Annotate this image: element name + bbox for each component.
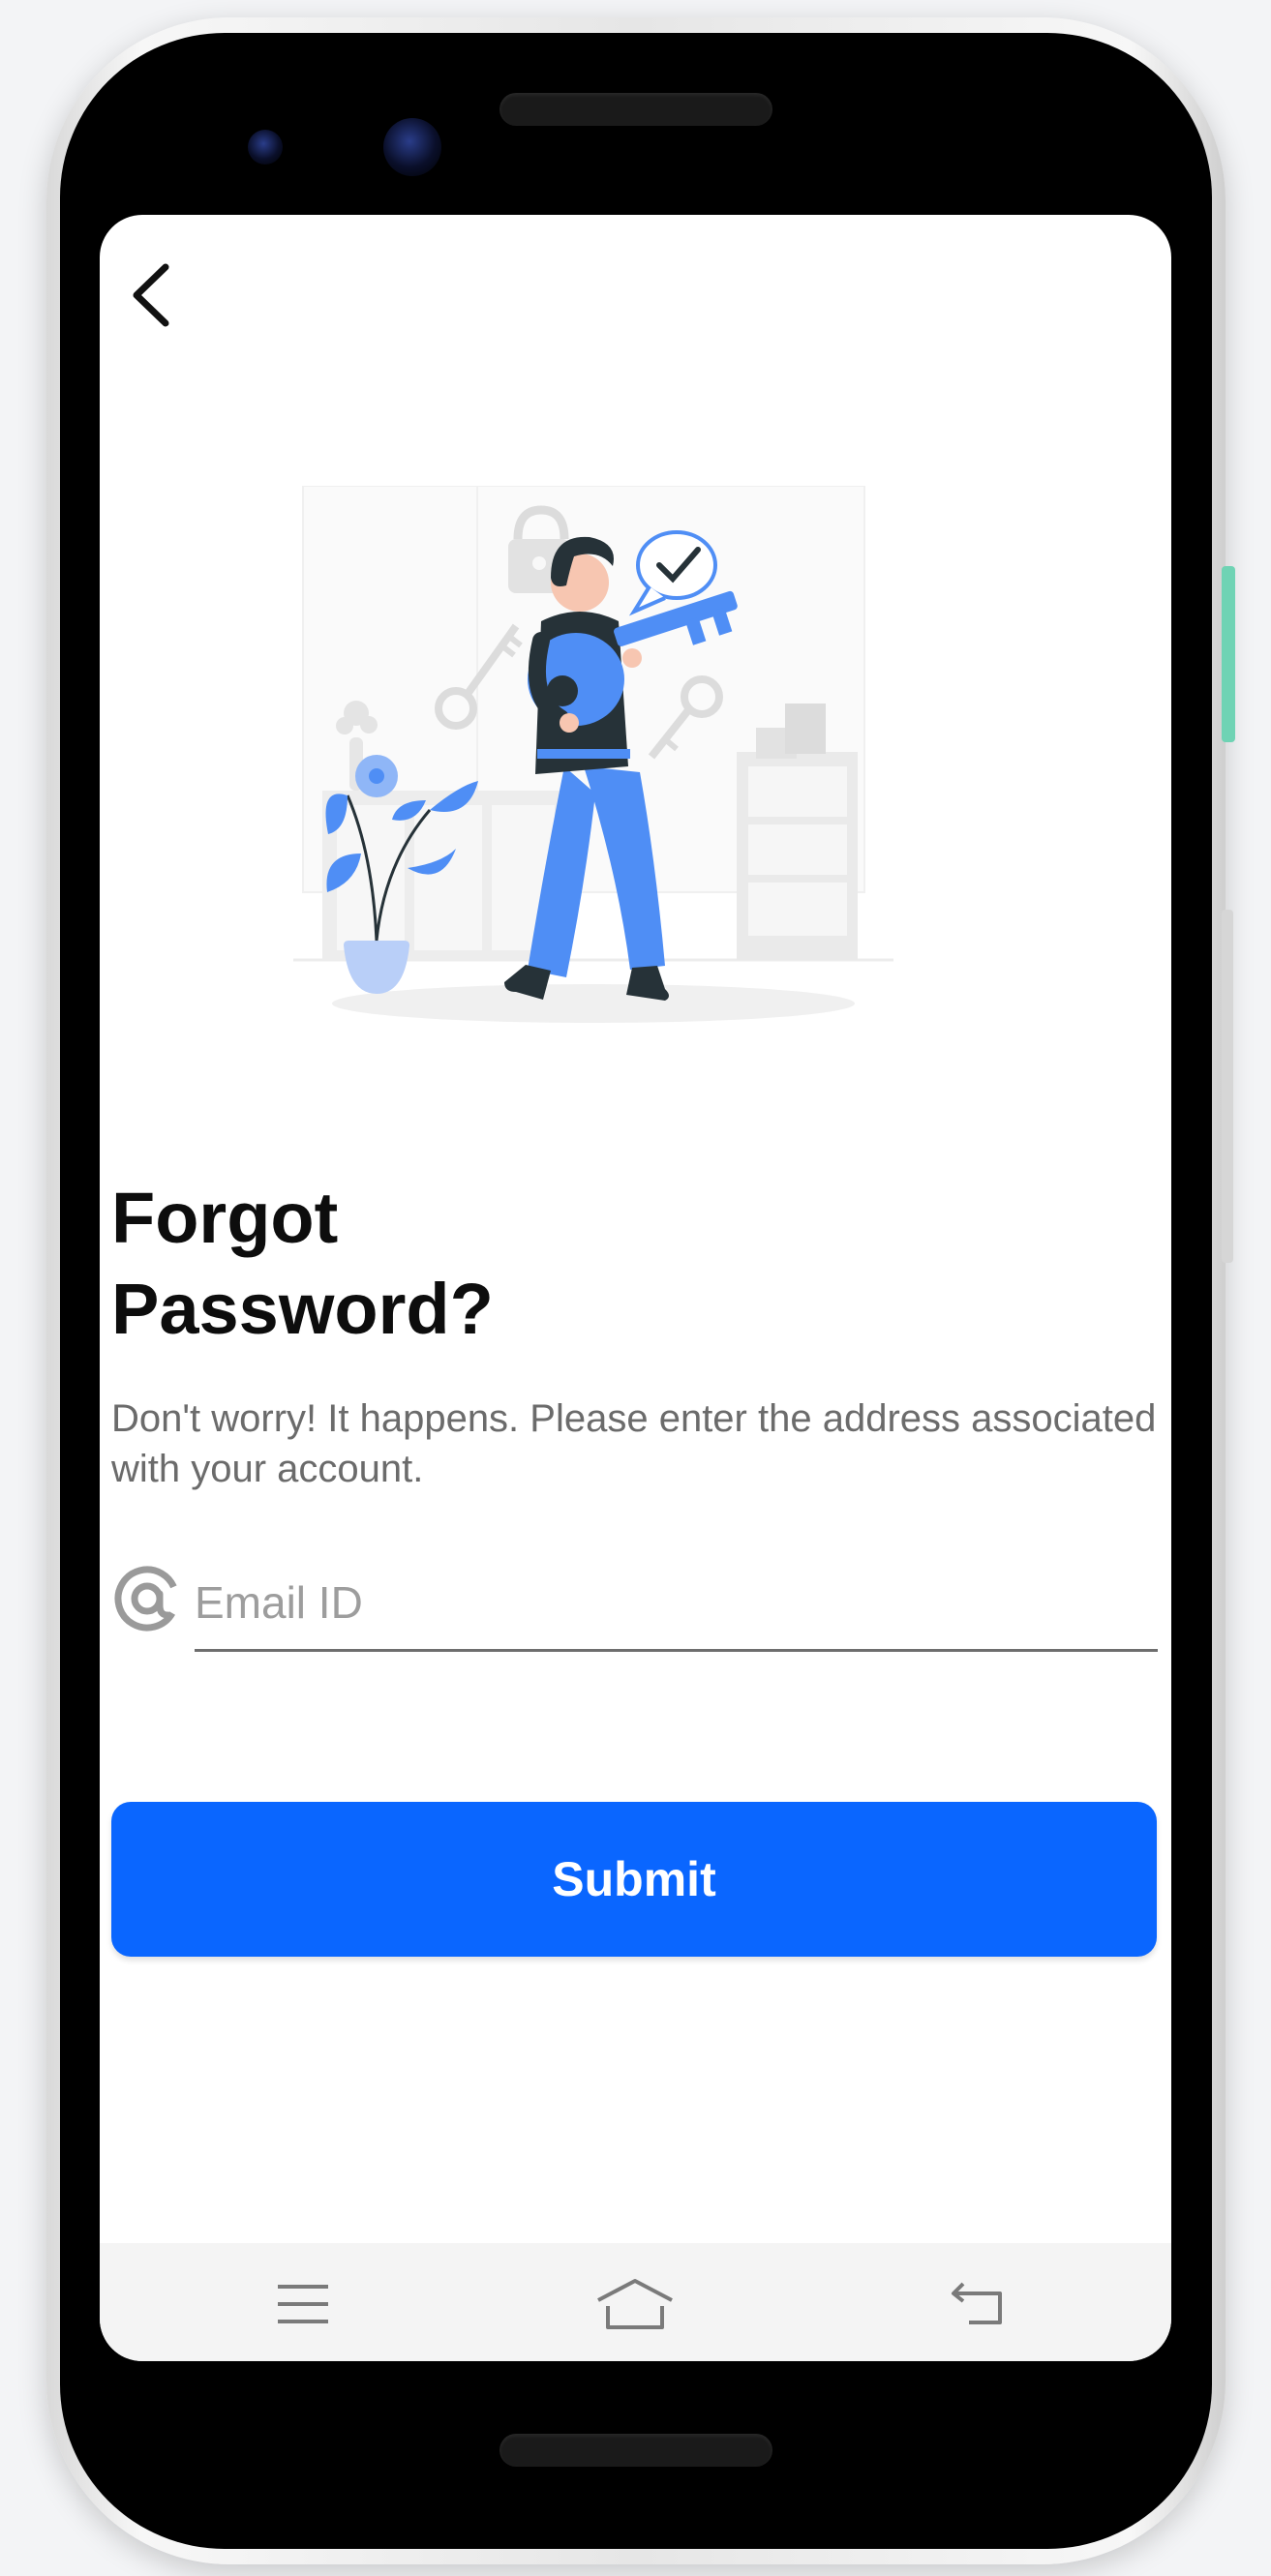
top-speaker	[499, 93, 772, 126]
nav-home-button[interactable]	[591, 2270, 679, 2338]
back-icon	[952, 2282, 1002, 2324]
at-sign-icon	[114, 1566, 180, 1632]
page-subtitle: Don't worry! It happens. Please enter th…	[111, 1397, 1157, 1490]
back-button[interactable]	[117, 261, 185, 329]
home-icon	[597, 2279, 673, 2329]
front-camera	[383, 118, 441, 176]
back-arrow-icon	[133, 263, 169, 327]
power-button[interactable]	[1222, 566, 1235, 742]
forgot-password-illustration	[293, 486, 893, 1023]
page-title: Forgot Password?	[111, 1178, 494, 1349]
menu-icon	[278, 2285, 328, 2323]
nav-menu-button[interactable]	[264, 2270, 342, 2338]
submit-button[interactable]: Submit	[111, 1802, 1157, 1957]
app-screen: Forgot Password? Don't worry! It happens…	[100, 215, 1171, 2361]
nav-back-button[interactable]	[940, 2270, 1017, 2338]
email-input[interactable]	[195, 1555, 1158, 1652]
system-nav-bar	[100, 2243, 1171, 2361]
bottom-speaker	[499, 2434, 772, 2467]
volume-button[interactable]	[1222, 910, 1233, 1263]
device-stage: Forgot Password? Don't worry! It happens…	[0, 0, 1271, 2576]
front-sensor	[248, 130, 283, 165]
